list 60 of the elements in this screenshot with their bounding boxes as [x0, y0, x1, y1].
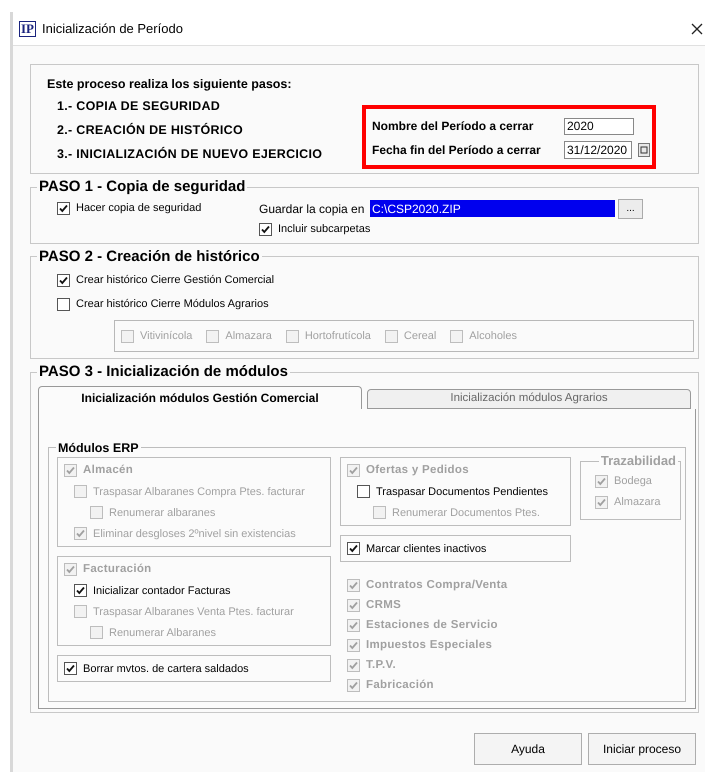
checkbox-label: Alcoholes — [469, 328, 517, 344]
step-text: 3.- INICIALIZACIÓN DE NUEVO EJERCICIO — [57, 146, 322, 163]
checkbox-label: Incluir subcarpetas — [278, 222, 370, 238]
checkbox-label: Bodega — [614, 474, 652, 489]
browse-button[interactable]: ... — [618, 198, 643, 218]
checkbox-label: Borrar mvtos. de cartera saldados — [83, 662, 249, 676]
tab[interactable]: Inicialización módulos Agrarios — [367, 388, 691, 408]
checkbox-label: Impuestos Especiales — [366, 638, 492, 653]
path-field[interactable]: C:\CSP2020.ZIP — [370, 200, 615, 217]
checkbox-label: Traspasar Documentos Pendientes — [376, 484, 548, 500]
checkbox-label: Renumerar albaranes — [109, 506, 216, 520]
checkbox-label: Facturación — [83, 562, 152, 578]
checkbox-label: Traspasar Albaranes Venta Ptes. facturar — [93, 604, 294, 620]
checkbox[interactable] — [259, 223, 272, 236]
group-legend: Trazabilidad — [598, 451, 678, 471]
checkbox-label: Renumerar Documentos Ptes. — [392, 506, 540, 520]
checkbox-label: Fabricación — [366, 678, 434, 693]
checkbox[interactable] — [347, 542, 360, 556]
window-title: Inicialización de Período — [42, 20, 183, 38]
section-legend: PASO 1 - Copia de seguridad — [37, 176, 248, 198]
dialog-button[interactable]: Iniciar proceso — [588, 733, 696, 766]
checkbox-label: Almazara — [225, 328, 272, 344]
checkbox-label: Estaciones de Servicio — [366, 618, 498, 633]
checkbox[interactable] — [57, 298, 70, 310]
section-legend: PASO 3 - Inicialización de módulos — [37, 361, 290, 384]
group-legend: Módulos ERP — [56, 438, 141, 458]
checkbox-label: Cereal — [404, 328, 436, 344]
field-label: Nombre del Período a cerrar — [372, 118, 534, 135]
checkbox-label: Crear histórico Cierre Gestión Comercial — [76, 272, 274, 288]
period-name-field[interactable]: 2020 — [564, 118, 634, 134]
checkbox-label: Hortofrutícola — [304, 328, 371, 344]
field-label: Fecha fin del Período a cerrar — [372, 142, 542, 159]
dialog-button[interactable]: Ayuda — [474, 733, 582, 766]
checkbox-label: Ofertas y Pedidos — [366, 463, 469, 478]
calendar-icon[interactable] — [638, 143, 650, 157]
close-icon[interactable] — [691, 22, 703, 34]
intro-heading: Este proceso realiza los siguiente pasos: — [47, 76, 293, 93]
checkbox-label: T.P.V. — [366, 658, 396, 673]
checkbox-label: Almacén — [83, 463, 134, 478]
app-logo: IP — [19, 20, 36, 36]
checkbox-label: Almazara — [614, 495, 660, 510]
checkbox[interactable] — [57, 202, 70, 215]
step-text: 2.- CREACIÓN DE HISTÓRICO — [57, 122, 244, 139]
date-field[interactable]: 31/12/2020 — [564, 141, 632, 159]
checkbox-label: Vitivinícola — [140, 328, 192, 344]
step-text: 1.- COPIA DE SEGURIDAD — [57, 98, 222, 115]
checkbox-label: Hacer copia de seguridad — [76, 201, 202, 216]
checkbox-label: Renumerar Albaranes — [109, 626, 216, 640]
field-label: Guardar la copia en — [259, 200, 366, 218]
tab[interactable]: Inicialización módulos Gestión Comercial — [38, 386, 362, 408]
checkbox[interactable] — [57, 274, 70, 286]
checkbox-label: Traspasar Albaranes Compra Ptes. facturar — [93, 484, 305, 500]
checkbox-label: Contratos Compra/Venta — [366, 578, 508, 593]
checkbox-label: CRMS — [366, 598, 402, 613]
section-legend: PASO 2 - Creación de histórico — [37, 246, 262, 268]
checkbox-label: Inicializar contador Facturas — [93, 584, 231, 598]
checkbox-label: Marcar clientes inactivos — [366, 542, 486, 556]
checkbox[interactable] — [64, 662, 77, 676]
checkbox-label: Crear histórico Cierre Módulos Agrarios — [76, 296, 269, 312]
checkbox-label: Eliminar desgloses 2ºnivel sin existencias — [93, 526, 296, 542]
